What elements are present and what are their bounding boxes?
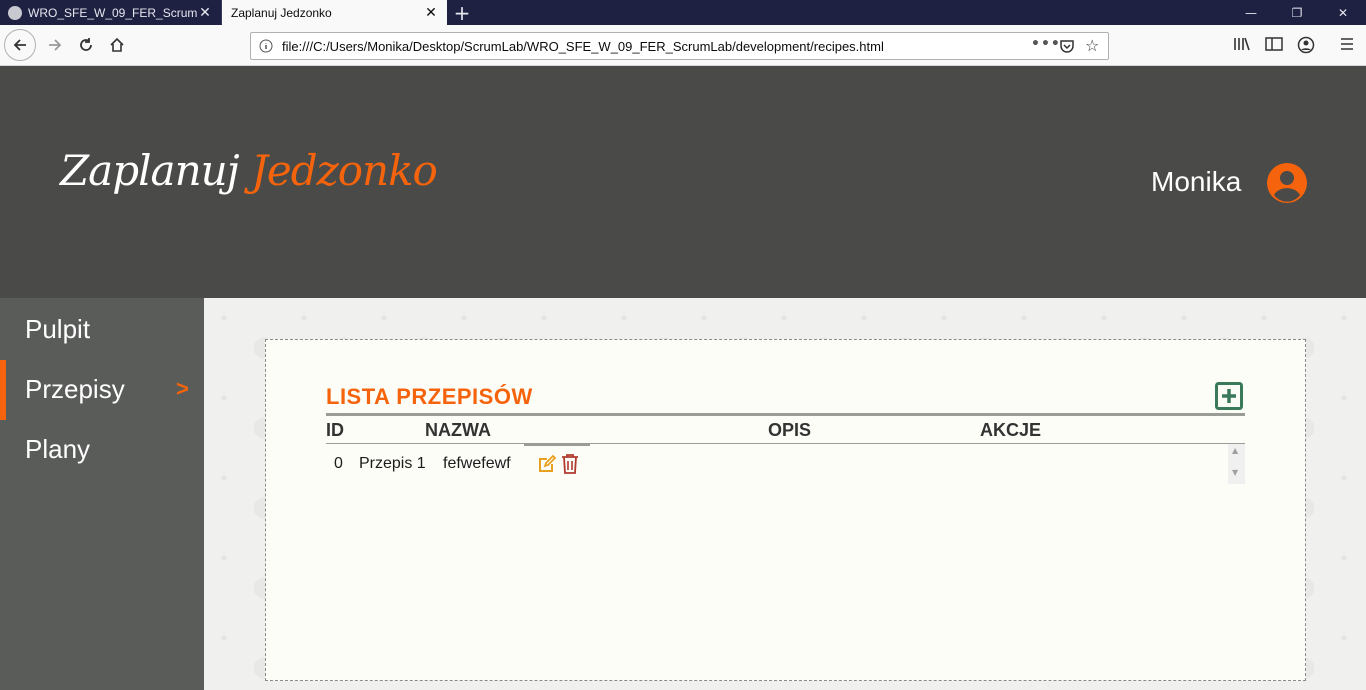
delete-icon[interactable] xyxy=(561,453,579,475)
account-icon[interactable] xyxy=(1297,36,1315,54)
column-header-id: ID xyxy=(326,420,344,440)
cell-id: 0 xyxy=(334,455,343,472)
logo[interactable]: Zaplanuj Jedzonko xyxy=(60,146,438,195)
column-header-actions: AKCJE xyxy=(980,420,1042,440)
address-bar[interactable]: file:///C:/Users/Monika/Desktop/ScrumLab… xyxy=(250,32,1109,60)
library-icon[interactable] xyxy=(1233,36,1251,52)
url-text: file:///C:/Users/Monika/Desktop/ScrumLab… xyxy=(282,39,884,54)
sidebar-toggle-icon[interactable] xyxy=(1265,36,1283,52)
menu-icon[interactable] xyxy=(1339,36,1355,52)
edit-icon[interactable] xyxy=(537,454,557,474)
pocket-icon[interactable] xyxy=(1059,38,1075,54)
sidebar-item-plany[interactable]: Plany xyxy=(0,420,204,480)
add-recipe-button[interactable] xyxy=(1215,382,1243,410)
user-name[interactable]: Monika xyxy=(1151,166,1241,198)
home-icon xyxy=(110,37,124,52)
page-title: LISTA PRZEPISÓW xyxy=(326,384,533,409)
sidebar-item-label: Plany xyxy=(25,434,91,464)
scroll-up-icon[interactable]: ▲ xyxy=(1232,446,1238,455)
reload-icon xyxy=(80,38,92,51)
github-icon xyxy=(8,5,22,20)
header-divider-accent xyxy=(524,443,590,446)
info-icon[interactable] xyxy=(259,39,273,53)
tab-title: WRO_SFE_W_09_FER_ScrumLab xyxy=(28,5,198,20)
logo-text-accent: Jedzonko xyxy=(251,146,438,195)
logo-text-primary: Zaplanuj xyxy=(60,146,240,195)
arrow-right-icon xyxy=(49,39,62,51)
browser-tab[interactable]: WRO_SFE_W_09_FER_ScrumLab ✕ xyxy=(0,0,222,25)
sidebar-item-przepisy[interactable]: Przepisy > xyxy=(0,360,204,420)
forward-button[interactable] xyxy=(40,30,70,60)
page-actions-button[interactable]: ••• xyxy=(1031,36,1061,52)
arrow-left-icon xyxy=(13,39,26,51)
bookmark-star-icon[interactable]: ☆ xyxy=(1085,36,1099,55)
scroll-down-icon[interactable]: ▼ xyxy=(1232,468,1238,477)
browser-tab-active[interactable]: Zaplanuj Jedzonko ✕ xyxy=(222,0,447,25)
restore-button[interactable]: ❐ xyxy=(1274,0,1320,25)
cell-name: Przepis 1 xyxy=(359,455,426,472)
sidebar: Pulpit Przepisy > Plany xyxy=(0,298,204,690)
user-avatar-icon[interactable] xyxy=(1267,163,1307,203)
title-divider xyxy=(326,413,1245,416)
header-divider xyxy=(326,443,1245,444)
close-tab-icon[interactable]: ✕ xyxy=(197,3,213,21)
minimize-button[interactable]: — xyxy=(1228,0,1274,25)
new-tab-button[interactable]: + xyxy=(447,0,477,25)
home-button[interactable] xyxy=(102,30,132,60)
cell-description: fefwefewf xyxy=(443,455,511,472)
sidebar-item-pulpit[interactable]: Pulpit xyxy=(0,300,204,360)
table-scrollbar[interactable]: ▲ ▼ xyxy=(1228,444,1245,484)
active-arrow-icon: > xyxy=(176,376,189,401)
close-tab-icon[interactable]: ✕ xyxy=(423,3,439,21)
column-header-description: OPIS xyxy=(768,420,812,440)
column-header-name: NAZWA xyxy=(425,420,491,440)
sidebar-item-label: Przepisy xyxy=(25,374,125,404)
close-window-button[interactable]: ✕ xyxy=(1320,0,1366,25)
tab-title: Zaplanuj Jedzonko xyxy=(231,5,332,20)
page-header: Zaplanuj Jedzonko Monika xyxy=(0,66,1366,298)
back-button[interactable] xyxy=(4,29,36,61)
active-indicator xyxy=(0,360,6,420)
sidebar-item-label: Pulpit xyxy=(25,314,91,344)
reload-button[interactable] xyxy=(71,30,101,60)
browser-tab-bar: WRO_SFE_W_09_FER_ScrumLab ✕ Zaplanuj Jed… xyxy=(0,0,1366,25)
